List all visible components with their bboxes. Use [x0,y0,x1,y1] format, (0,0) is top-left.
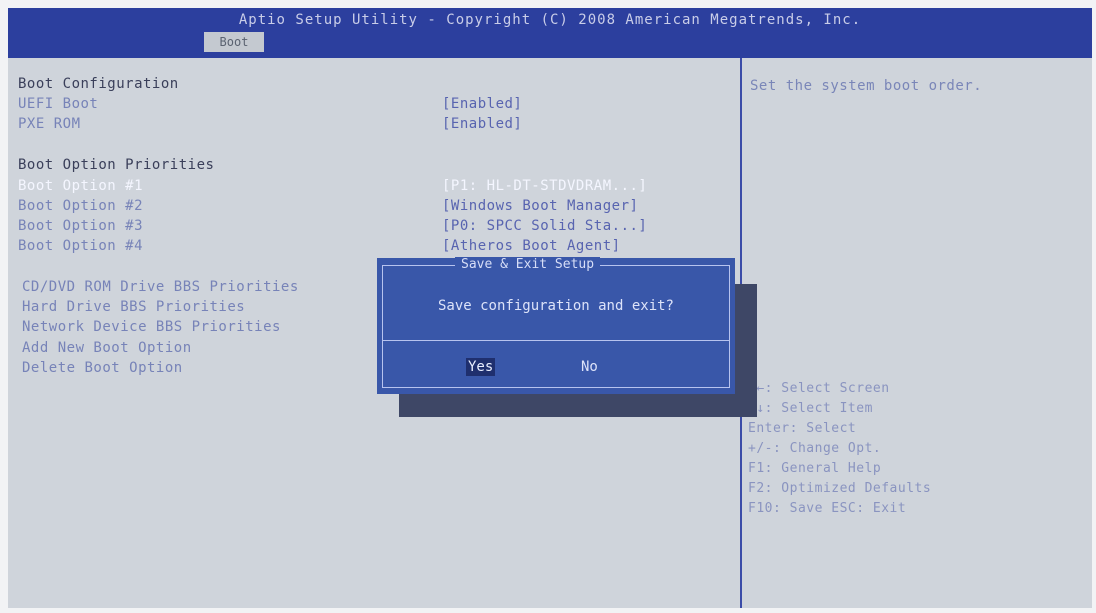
no-button[interactable]: No [579,358,600,376]
uefi-boot-label[interactable]: UEFI Boot [18,96,98,112]
tab-other[interactable] [466,32,546,52]
dialog-title: Save & Exit Setup [455,257,601,273]
pxe-rom-label[interactable]: PXE ROM [18,116,81,132]
key-optimized-defaults: F2: Optimized Defaults [748,481,932,496]
boot-option-1-label[interactable]: Boot Option #1 [18,178,143,194]
key-general-help: F1: General Help [748,461,882,476]
bios-screen: Aptio Setup Utility - Copyright (C) 2008… [8,8,1092,608]
boot-config-heading: Boot Configuration [18,76,179,92]
key-select-screen: →←: Select Screen [748,381,890,396]
key-select-item: ↑↓: Select Item [748,401,873,416]
key-enter-select: Enter: Select [748,421,857,436]
pxe-rom-value[interactable]: [Enabled] [442,116,522,132]
title-bar: Aptio Setup Utility - Copyright (C) 2008… [8,8,1092,58]
dialog-message: Save configuration and exit? [437,298,674,314]
uefi-boot-value[interactable]: [Enabled] [442,96,522,112]
app-title: Aptio Setup Utility - Copyright (C) 2008… [238,12,862,28]
save-exit-dialog: Save & Exit Setup Save configuration and… [377,257,735,394]
boot-option-4-value[interactable]: [Atheros Boot Agent] [442,238,621,254]
dialog-frame: Save & Exit Setup [382,257,730,388]
help-text: Set the system boot order. [750,78,983,94]
boot-option-2-value[interactable]: [Windows Boot Manager] [442,198,638,214]
yes-button[interactable]: Yes [466,358,496,376]
submenu-cd-dvd-bbs[interactable]: CD/DVD ROM Drive BBS Priorities [22,279,299,295]
submenu-hard-drive-bbs[interactable]: Hard Drive BBS Priorities [22,299,245,315]
boot-option-2-label[interactable]: Boot Option #2 [18,198,143,214]
boot-option-4-label[interactable]: Boot Option #4 [18,238,143,254]
boot-option-1-value[interactable]: [P1: HL-DT-STDVDRAM...] [442,178,647,194]
boot-option-3-label[interactable]: Boot Option #3 [18,218,143,234]
submenu-add-boot-option[interactable]: Add New Boot Option [22,340,192,356]
key-save-exit: F10: Save ESC: Exit [748,501,907,516]
submenu-delete-boot-option[interactable]: Delete Boot Option [22,360,183,376]
dialog-separator [382,340,730,341]
tab-boot[interactable]: Boot [204,32,264,52]
submenu-network-bbs[interactable]: Network Device BBS Priorities [22,319,281,335]
key-change-opt: +/-: Change Opt. [748,441,882,456]
priorities-heading: Boot Option Priorities [18,157,215,173]
boot-option-3-value[interactable]: [P0: SPCC Solid Sta...] [442,218,647,234]
